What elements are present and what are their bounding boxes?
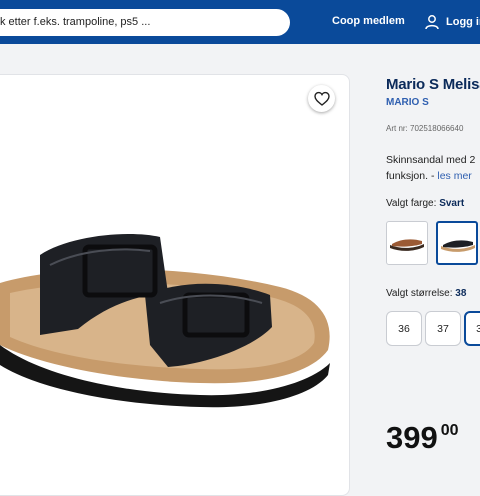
size-option-36[interactable]: 36: [386, 311, 422, 346]
login-button[interactable]: Logg in: [424, 13, 480, 31]
search-input[interactable]: k etter f.eks. trampoline, ps5 ...: [0, 9, 290, 36]
size-option-38[interactable]: 38: [464, 311, 480, 346]
sandal-thumbnail-brown: [390, 239, 424, 251]
login-label: Logg in: [446, 16, 480, 28]
product-title: Mario S Melisa s: [386, 76, 480, 93]
top-navigation-bar: k etter f.eks. trampoline, ps5 ... Coop …: [0, 0, 480, 44]
selected-size: Valgt størrelse: 38: [386, 288, 466, 299]
user-icon: [425, 15, 439, 30]
price: 399 00: [386, 420, 459, 456]
size-value: 38: [455, 288, 467, 299]
selected-color: Valgt farge: Svart: [386, 198, 464, 209]
article-number: Art nr: 702518066640: [386, 124, 464, 133]
coop-member-link[interactable]: Coop medlem: [332, 15, 405, 27]
color-value: Svart: [439, 198, 465, 209]
color-swatch-brown[interactable]: [386, 221, 428, 265]
description-text: funksjon. -: [386, 170, 435, 182]
sandal-thumbnail-black: [441, 240, 475, 252]
brand-link[interactable]: MARIO S: [386, 97, 429, 108]
heart-icon: [313, 91, 330, 106]
favorite-button[interactable]: [308, 85, 335, 112]
color-label: Valgt farge:: [386, 198, 437, 209]
price-cents: 00: [440, 422, 459, 439]
product-image-sandal[interactable]: [0, 225, 340, 410]
read-more-link[interactable]: les mer: [437, 170, 471, 182]
size-label: Valgt størrelse:: [386, 288, 453, 299]
description-line-1: Skinnsandal med 2: [386, 154, 476, 166]
color-swatch-black[interactable]: [436, 221, 478, 265]
description-line-2: funksjon. - les mer: [386, 170, 472, 182]
size-option-37[interactable]: 37: [425, 311, 461, 346]
search-placeholder: k etter f.eks. trampoline, ps5 ...: [0, 16, 151, 28]
price-main: 399: [386, 420, 438, 455]
